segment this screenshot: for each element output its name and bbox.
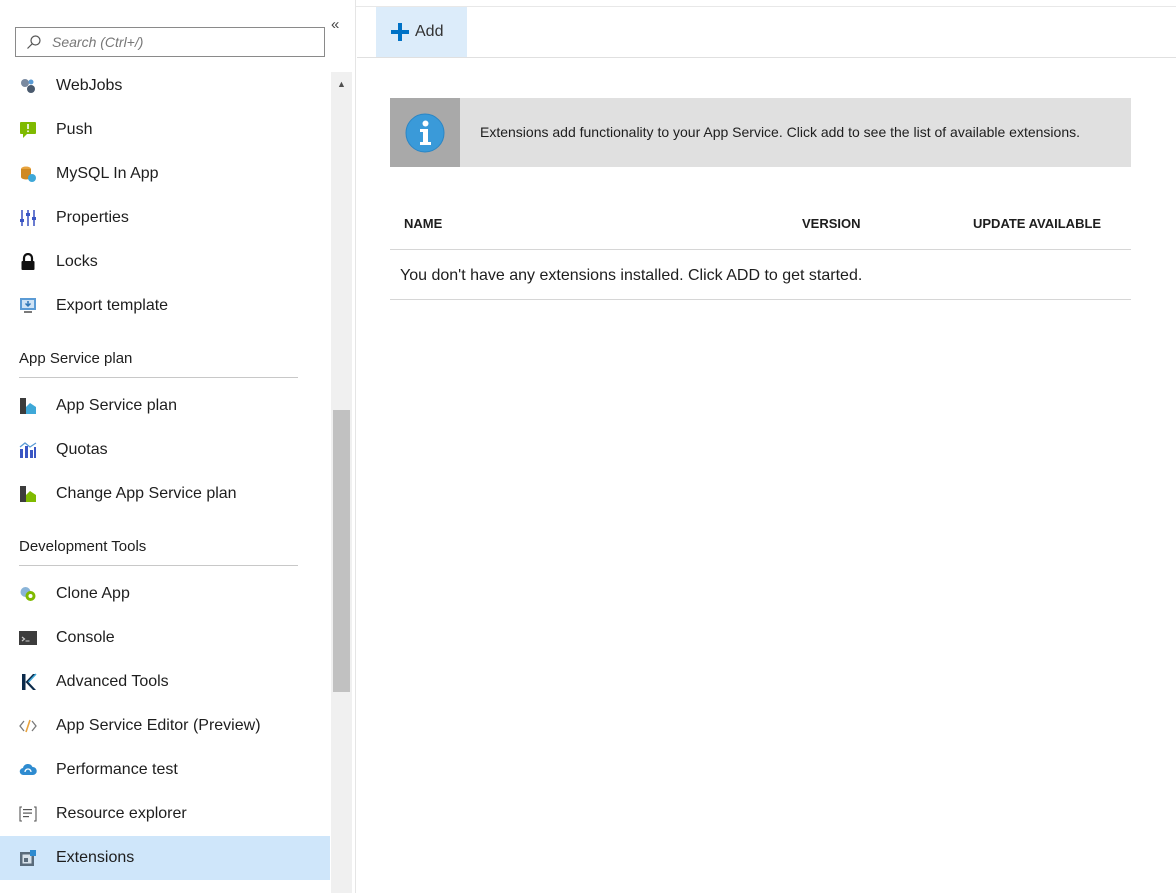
lock-icon <box>19 253 37 271</box>
section-title: App Service plan <box>19 350 133 367</box>
section-header-app-service-plan: App Service plan <box>0 328 330 384</box>
info-banner: Extensions add functionality to your App… <box>390 98 1131 167</box>
menu-item-label: Console <box>56 629 115 646</box>
quotas-icon <box>19 441 37 459</box>
push-icon <box>19 121 37 139</box>
menu-item-app-service-plan[interactable]: App Service plan <box>0 384 330 428</box>
info-banner-text: Extensions add functionality to your App… <box>480 124 1081 140</box>
menu-item-label: Resource explorer <box>56 805 187 822</box>
change-plan-icon <box>19 485 37 503</box>
info-icon-box <box>390 98 460 167</box>
app-service-plan-icon <box>19 397 37 415</box>
extensions-icon <box>19 849 37 867</box>
menu-item-label: Quotas <box>56 441 108 458</box>
plus-icon <box>391 23 409 41</box>
command-bar: Add <box>357 7 1176 58</box>
add-button-label: Add <box>415 23 444 40</box>
menu-item-label: Advanced Tools <box>56 673 169 690</box>
menu-item-label: Performance test <box>56 761 178 778</box>
menu-item-advanced-tools[interactable]: Advanced Tools <box>0 660 330 704</box>
table-header: NAME VERSION UPDATE AVAILABLE <box>390 200 1131 250</box>
menu-item-label: MySQL In App <box>56 165 159 182</box>
extensions-blade: Add Extensions add functionality to your… <box>357 0 1176 893</box>
search-icon <box>27 35 41 49</box>
menu-item-label: Locks <box>56 253 98 270</box>
clone-app-icon <box>19 585 37 603</box>
menu-item-mysql-in-app[interactable]: MySQL In App <box>0 152 330 196</box>
resource-menu-sidebar: « WebJobs Push MySQL In App Properties <box>0 0 356 893</box>
menu-item-label: App Service Editor (Preview) <box>56 717 261 734</box>
console-icon <box>19 629 37 647</box>
column-header-name: NAME <box>404 216 443 231</box>
menu-item-quotas[interactable]: Quotas <box>0 428 330 472</box>
menu-item-locks[interactable]: Locks <box>0 240 330 284</box>
extensions-table: NAME VERSION UPDATE AVAILABLE You don't … <box>390 200 1131 300</box>
menu-item-label: Extensions <box>56 849 135 866</box>
section-header-development-tools: Development Tools <box>0 516 330 572</box>
menu-item-console[interactable]: Console <box>0 616 330 660</box>
kudu-icon <box>19 673 37 691</box>
export-template-icon <box>19 297 37 315</box>
empty-state-message: You don't have any extensions installed.… <box>390 250 1131 300</box>
section-divider <box>19 565 298 566</box>
menu-item-label: Change App Service plan <box>56 485 237 502</box>
cloud-icon <box>19 761 37 779</box>
menu-item-app-service-editor[interactable]: App Service Editor (Preview) <box>0 704 330 748</box>
menu-item-label: Clone App <box>56 585 130 602</box>
menu-item-label: WebJobs <box>56 77 123 94</box>
code-editor-icon <box>19 717 37 735</box>
properties-icon <box>19 209 37 227</box>
menu-item-label: Export template <box>56 297 169 314</box>
webjobs-icon <box>19 77 37 95</box>
column-header-version: VERSION <box>802 216 861 231</box>
menu-item-export-template[interactable]: Export template <box>0 284 330 328</box>
menu-item-label: App Service plan <box>56 397 177 414</box>
scroll-thumb[interactable] <box>333 410 350 692</box>
menu-item-push[interactable]: Push <box>0 108 330 152</box>
menu-list: WebJobs Push MySQL In App Properties Loc… <box>0 64 330 893</box>
search-input[interactable] <box>52 34 302 50</box>
column-header-update-available: UPDATE AVAILABLE <box>973 216 1102 231</box>
section-divider <box>19 377 298 378</box>
menu-item-clone-app[interactable]: Clone App <box>0 572 330 616</box>
scroll-up-arrow-icon[interactable]: ▲ <box>331 72 352 96</box>
menu-item-change-app-service-plan[interactable]: Change App Service plan <box>0 472 330 516</box>
info-icon <box>405 113 445 152</box>
search-box[interactable] <box>15 27 325 57</box>
add-button[interactable]: Add <box>376 7 467 57</box>
menu-item-performance-test[interactable]: Performance test <box>0 748 330 792</box>
menu-item-label: Properties <box>56 209 129 226</box>
section-title: Development Tools <box>19 538 147 555</box>
menu-item-resource-explorer[interactable]: Resource explorer <box>0 792 330 836</box>
sidebar-scrollbar[interactable]: ▲ <box>331 72 352 893</box>
menu-item-extensions[interactable]: Extensions <box>0 836 330 880</box>
menu-item-label: Push <box>56 121 93 138</box>
mysql-icon <box>19 165 37 183</box>
collapse-menu-button[interactable]: « <box>331 16 339 33</box>
resource-explorer-icon <box>19 805 37 823</box>
menu-item-webjobs[interactable]: WebJobs <box>0 64 330 108</box>
menu-item-properties[interactable]: Properties <box>0 196 330 240</box>
